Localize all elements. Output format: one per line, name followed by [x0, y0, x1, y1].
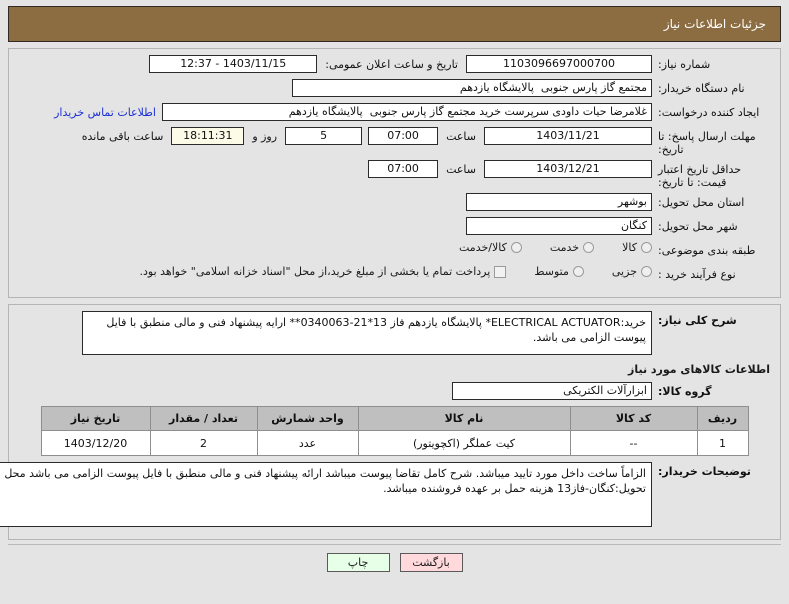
remaining-clock-label: ساعت باقی مانده [81, 129, 164, 143]
page-header: جزئیات اطلاعات نیاز [8, 6, 781, 42]
requester-input[interactable] [162, 103, 652, 121]
need-number-input[interactable] [466, 55, 652, 73]
radio-icon-service[interactable] [583, 242, 595, 253]
row-buyer-notes: توضیحات خریدار: الزاماً ساخت داخل مورد ت… [0, 462, 772, 527]
row-response-deadline: مهلت ارسال پاسخ: تا تاریخ: ساعت روز و سا… [17, 127, 772, 156]
remaining-days-label: روز و [252, 129, 278, 143]
goods-group-input[interactable] [452, 382, 652, 400]
radio-label-goods-service: کالا/خدمت [459, 241, 507, 254]
cell-code: -- [569, 430, 698, 456]
radio-label-medium: متوسط [534, 265, 569, 278]
radio-label-service: خدمت [549, 241, 580, 254]
requester-label: ایجاد کننده درخواست: [658, 106, 760, 119]
goods-section-title: اطلاعات کالاهای مورد نیاز [628, 363, 770, 376]
table-header-row: ردیف کد کالا نام کالا واحد شمارش تعداد /… [40, 406, 749, 431]
radio-option-medium[interactable]: متوسط [534, 265, 584, 278]
radio-option-goods-service[interactable]: کالا/خدمت [459, 241, 522, 254]
delivery-province-label: استان محل تحویل: [658, 196, 745, 209]
buyer-org-input[interactable] [292, 79, 652, 97]
page-title: جزئیات اطلاعات نیاز [663, 17, 766, 31]
table-row[interactable]: 1 -- کیت عملگر (اکچویتور) عدد 2 1403/12/… [40, 430, 749, 456]
need-description-textarea[interactable]: خرید:ELECTRICAL ACTUATOR* پالایشگاه یازد… [82, 311, 652, 355]
radio-icon-goods[interactable] [641, 242, 652, 253]
row-need-description: شرح کلی نیاز: خرید:ELECTRICAL ACTUATOR* … [17, 311, 772, 355]
cell-unit: عدد [256, 430, 359, 456]
buyer-contact-link[interactable]: اطلاعات تماس خریدار [54, 106, 156, 119]
col-header-row-no: ردیف [696, 406, 749, 431]
row-purchase-process: نوع فرآیند خرید : جزیی متوسط پرداخت تمام… [17, 265, 772, 285]
goods-group-label: گروه کالا: [658, 385, 712, 398]
buyer-notes-label: توضیحات خریدار: [658, 465, 751, 478]
price-validity-time-label: ساعت [446, 162, 476, 176]
radio-option-service[interactable]: خدمت [549, 241, 595, 254]
row-delivery-province: استان محل تحویل: [17, 193, 772, 213]
treasury-docs-checkbox-icon[interactable] [494, 265, 507, 278]
row-buyer-org: نام دستگاه خریدار: [17, 79, 772, 99]
footer-divider [8, 544, 781, 545]
row-subject-category: طبقه بندی موضوعی: کالا خدمت کالا/خدمت [17, 241, 772, 261]
radio-icon-medium[interactable] [572, 266, 584, 277]
row-need-number: شماره نیاز: تاریخ و ساعت اعلان عمومی: [17, 55, 772, 75]
page-root: جزئیات اطلاعات نیاز شماره نیاز: تاریخ و … [0, 6, 789, 572]
goods-table: ردیف کد کالا نام کالا واحد شمارش تعداد /… [40, 406, 749, 456]
response-deadline-date-input[interactable] [484, 127, 652, 145]
radio-label-minor: جزیی [611, 265, 637, 278]
radio-icon-goods-service[interactable] [510, 242, 522, 253]
public-announce-label: تاریخ و ساعت اعلان عمومی: [325, 57, 458, 71]
public-announce-datetime-input[interactable] [149, 55, 318, 73]
delivery-province-input[interactable] [466, 193, 652, 211]
goods-table-wrapper: ردیف کد کالا نام کالا واحد شمارش تعداد /… [17, 406, 772, 456]
price-validity-time-input[interactable] [368, 160, 439, 178]
treasury-docs-checkbox-group[interactable]: پرداخت تمام یا بخشی از مبلغ خرید،از محل … [140, 265, 507, 278]
price-validity-label: حداقل تاریخ اعتبار قیمت: تا تاریخ: [658, 163, 742, 189]
response-deadline-time-label: ساعت [446, 129, 476, 143]
response-deadline-time-input[interactable] [368, 127, 439, 145]
col-header-unit: واحد شمارش [256, 406, 359, 431]
need-description-label: شرح کلی نیاز: [658, 314, 737, 327]
treasury-docs-checkbox-label: پرداخت تمام یا بخشی از مبلغ خرید،از محل … [139, 265, 491, 278]
back-button[interactable]: بازگشت [399, 553, 463, 572]
need-number-label: شماره نیاز: [658, 58, 711, 71]
col-header-quantity: تعداد / مقدار [149, 406, 258, 431]
buyer-notes-textarea[interactable]: الزاماً ساخت داخل مورد تایید میباشد. شرح… [0, 462, 652, 527]
cell-row-no: 1 [696, 430, 749, 456]
subject-category-label: طبقه بندی موضوعی: [658, 244, 756, 257]
cell-quantity: 2 [149, 430, 258, 456]
row-goods-group: گروه کالا: [17, 382, 772, 402]
radio-label-goods: کالا [622, 241, 637, 254]
remaining-clock-input[interactable] [171, 127, 245, 145]
col-header-name: نام کالا [357, 406, 571, 431]
cell-need-date: 1403/12/20 [40, 430, 151, 456]
cell-name: کیت عملگر (اکچویتور) [357, 430, 571, 456]
response-deadline-label: مهلت ارسال پاسخ: تا تاریخ: [658, 130, 756, 156]
price-validity-date-input[interactable] [484, 160, 652, 178]
buyer-org-label: نام دستگاه خریدار: [658, 82, 745, 95]
need-info-panel: شماره نیاز: تاریخ و ساعت اعلان عمومی: نا… [8, 48, 781, 298]
delivery-city-label: شهر محل تحویل: [658, 220, 738, 233]
footer-actions: بازگشت چاپ [0, 553, 789, 572]
row-requester: ایجاد کننده درخواست: اطلاعات تماس خریدار [17, 103, 772, 123]
remaining-days-input[interactable] [285, 127, 363, 145]
radio-option-goods[interactable]: کالا [622, 241, 652, 254]
need-description-panel: شرح کلی نیاز: خرید:ELECTRICAL ACTUATOR* … [0, 304, 781, 540]
row-delivery-city: شهر محل تحویل: [17, 217, 772, 237]
row-price-validity: حداقل تاریخ اعتبار قیمت: تا تاریخ: ساعت [17, 160, 772, 189]
delivery-city-input[interactable] [466, 217, 652, 235]
radio-icon-minor[interactable] [641, 266, 652, 277]
col-header-need-date: تاریخ نیاز [40, 406, 151, 431]
col-header-code: کد کالا [569, 406, 698, 431]
print-button[interactable]: چاپ [326, 553, 390, 572]
purchase-process-label: نوع فرآیند خرید : [658, 268, 736, 281]
radio-option-minor[interactable]: جزیی [612, 265, 652, 278]
